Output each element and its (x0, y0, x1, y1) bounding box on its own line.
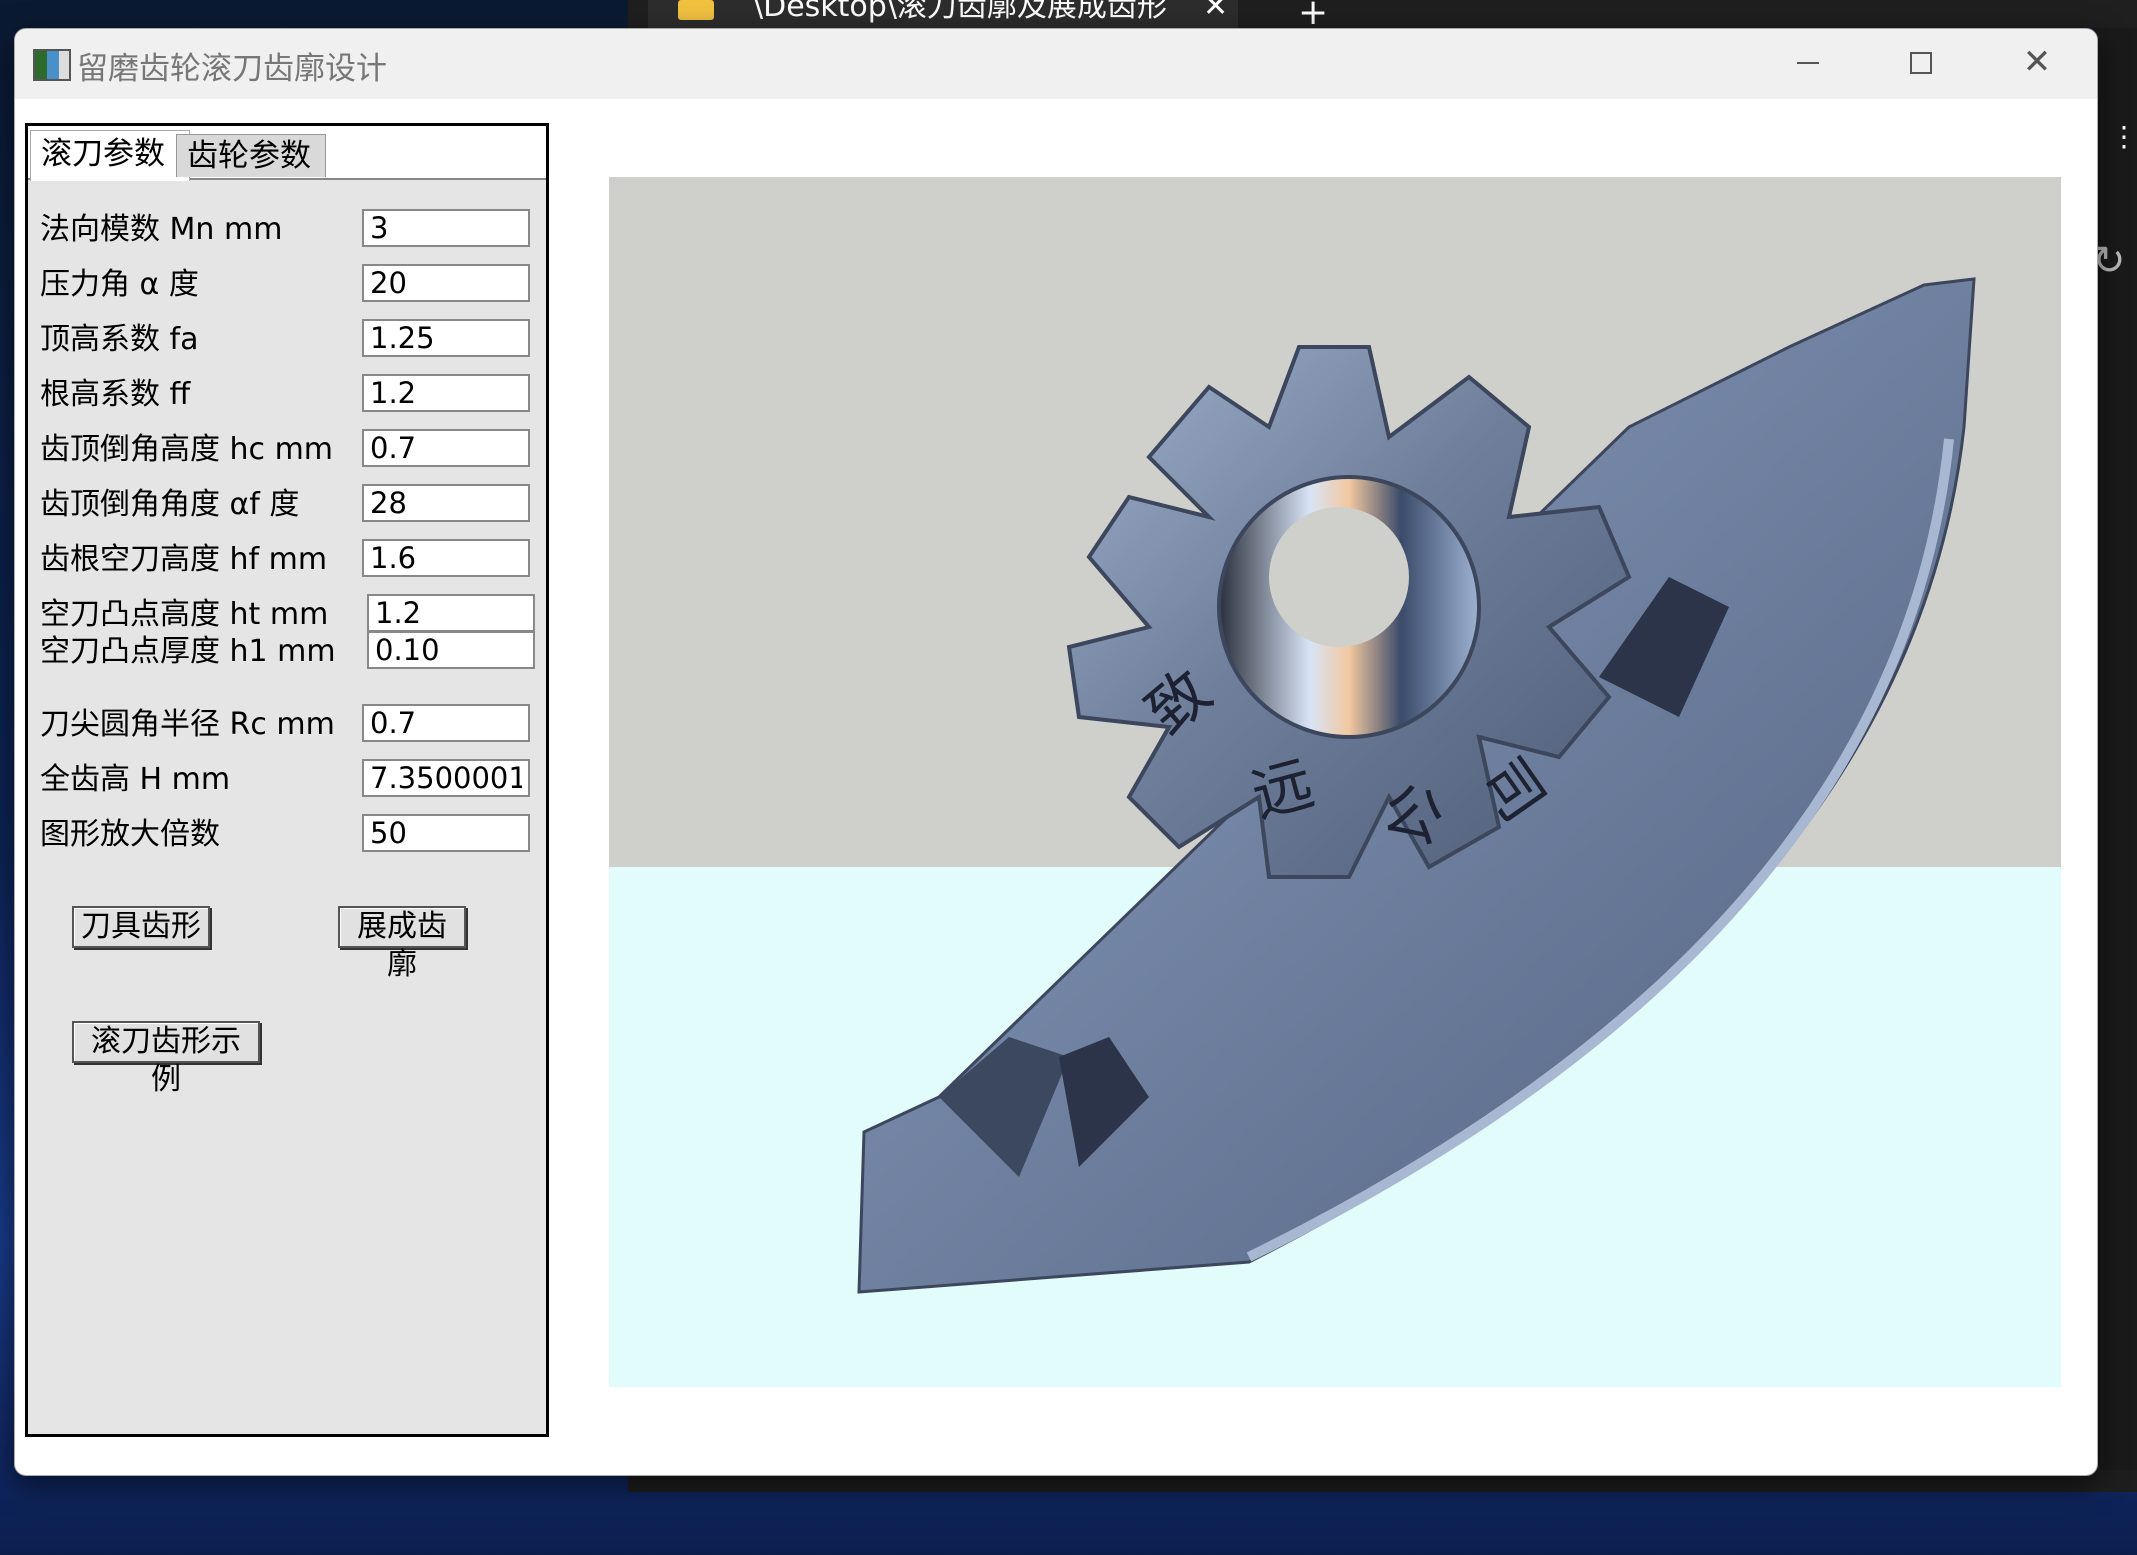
background-browser-side: ⋮ ↻ (2092, 28, 2137, 1478)
title-bar[interactable]: 留磨齿轮滚刀齿廓设计 ✕ (15, 29, 2097, 99)
field-row-protuberance-thickness: 空刀凸点厚度 h1 mm (28, 629, 546, 675)
field-label: 齿顶倒角高度 hc mm (40, 432, 334, 467)
minimize-button[interactable] (1773, 37, 1843, 87)
tab-hob-parameters[interactable]: 滚刀参数 (30, 130, 190, 181)
hob-example-button[interactable]: 滚刀齿形示例 (72, 1021, 260, 1097)
field-row-root-relief-height: 齿根空刀高度 hf mm (28, 537, 546, 583)
tool-profile-button[interactable]: 刀具齿形 (72, 906, 210, 948)
field-row-pressure-angle: 压力角 α 度 (28, 262, 546, 308)
field-label: 根高系数 ff (40, 377, 191, 412)
tip-chamfer-height-input[interactable] (362, 429, 530, 467)
protuberance-thickness-input[interactable] (367, 631, 535, 669)
field-label: 全齿高 H mm (40, 762, 231, 797)
field-label: 图形放大倍数 (40, 817, 220, 852)
tab-strip: 滚刀参数 齿轮参数 (28, 126, 546, 181)
window-title: 留磨齿轮滚刀齿廓设计 (77, 51, 387, 87)
field-row-tip-radius: 刀尖圆角半径 Rc mm (28, 702, 546, 748)
field-label: 空刀凸点厚度 h1 mm (40, 634, 336, 669)
background-browser-tabbar: \Desktop\滚刀齿廓及展成齿形 ✕ + (628, 0, 2137, 33)
field-row-tip-chamfer-angle: 齿顶倒角角度 αf 度 (28, 482, 546, 528)
field-row-whole-depth: 全齿高 H mm (28, 757, 546, 803)
dedendum-coef-input[interactable] (362, 374, 530, 412)
field-label: 齿顶倒角角度 αf 度 (40, 487, 300, 522)
main-window: 留磨齿轮滚刀齿廓设计 ✕ 滚刀参数 齿轮参数 法向模数 Mn mm 压力角 α … (14, 28, 2098, 1476)
maximize-icon (1910, 52, 1932, 74)
close-tab-icon[interactable]: ✕ (1203, 0, 1228, 22)
tip-chamfer-angle-input[interactable] (362, 484, 530, 522)
field-label: 顶高系数 fa (40, 322, 199, 357)
background-tab-title: \Desktop\滚刀齿廓及展成齿形 (753, 0, 1167, 24)
tab-gear-parameters[interactable]: 齿轮参数 (176, 134, 326, 177)
close-button[interactable]: ✕ (2002, 37, 2072, 87)
generated-profile-button[interactable]: 展成齿廓 (338, 906, 466, 982)
whole-depth-input[interactable] (362, 759, 530, 797)
field-row-normal-module: 法向模数 Mn mm (28, 207, 546, 253)
field-row-dedendum-coef: 根高系数 ff (28, 372, 546, 418)
field-row-addendum-coef: 顶高系数 fa (28, 317, 546, 363)
protuberance-height-input[interactable] (367, 594, 535, 632)
hob-parameters-panel: 滚刀参数 齿轮参数 法向模数 Mn mm 压力角 α 度 顶高系数 fa 根高系… (25, 123, 549, 1437)
minimize-icon (1797, 61, 1819, 64)
maximize-button[interactable] (1886, 37, 1956, 87)
field-label: 压力角 α 度 (40, 267, 199, 302)
scale-factor-input[interactable] (362, 814, 530, 852)
field-row-tip-chamfer-height: 齿顶倒角高度 hc mm (28, 427, 546, 473)
folder-icon (678, 0, 714, 20)
field-row-scale-factor: 图形放大倍数 (28, 812, 546, 858)
field-label: 刀尖圆角半径 Rc mm (40, 707, 335, 742)
root-relief-height-input[interactable] (362, 539, 530, 577)
tip-radius-input[interactable] (362, 704, 530, 742)
field-label: 齿根空刀高度 hf mm (40, 542, 328, 577)
gear-preview-image: 致 远 公 司 (609, 177, 2061, 1387)
background-browser-tab[interactable]: \Desktop\滚刀齿廓及展成齿形 ✕ (648, 0, 1238, 28)
gear-rendering: 致 远 公 司 (609, 177, 2061, 1387)
addendum-coef-input[interactable] (362, 319, 530, 357)
more-icon[interactable]: ⋮ (2110, 120, 2137, 153)
app-icon (33, 49, 71, 81)
pressure-angle-input[interactable] (362, 264, 530, 302)
field-label: 法向模数 Mn mm (40, 212, 283, 247)
normal-module-input[interactable] (362, 209, 530, 247)
close-icon: ✕ (2022, 42, 2052, 82)
